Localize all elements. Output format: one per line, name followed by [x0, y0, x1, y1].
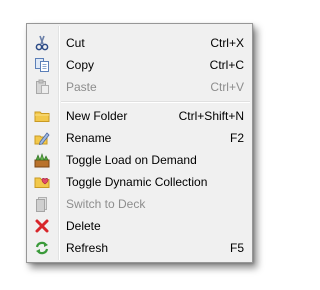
menu-item-shortcut: F2 [229, 131, 244, 145]
menu-item-rename[interactable]: Rename F2 [29, 127, 250, 149]
menu-item-copy[interactable]: Copy Ctrl+C [29, 54, 250, 76]
scissors-icon [34, 35, 50, 51]
menu-item-label: Toggle Load on Demand [66, 153, 197, 167]
menu-item-shortcut: F5 [229, 241, 244, 255]
menu-item-paste[interactable]: Paste Ctrl+V [29, 76, 250, 98]
refresh-icon [34, 240, 50, 256]
menu-item-shortcut: Ctrl+Shift+N [178, 109, 244, 123]
menu-item-refresh[interactable]: Refresh F5 [29, 237, 250, 259]
menu-item-delete[interactable]: Delete [29, 215, 250, 237]
menu-item-label: Cut [66, 36, 85, 50]
menu-item-toggle-dynamic-collection[interactable]: Toggle Dynamic Collection [29, 171, 250, 193]
menu-item-label: New Folder [66, 109, 128, 123]
menu-item-label: Refresh [66, 241, 109, 255]
delete-icon [34, 218, 50, 234]
dynamic-collection-icon [34, 174, 50, 190]
context-menu: Cut Ctrl+X Copy Ctrl+C Paste Ctrl+V New … [26, 23, 253, 263]
menu-item-cut[interactable]: Cut Ctrl+X [29, 32, 250, 54]
load-on-demand-icon [34, 152, 50, 168]
menu-item-shortcut: Ctrl+X [210, 36, 244, 50]
copy-icon [34, 57, 50, 73]
folder-icon [34, 108, 50, 124]
menu-separator [61, 101, 250, 103]
menu-item-label: Delete [66, 219, 101, 233]
menu-item-label: Copy [66, 58, 95, 72]
rename-icon [34, 130, 50, 146]
menu-item-switch-to-deck[interactable]: Switch to Deck [29, 193, 250, 215]
menu-item-label: Switch to Deck [66, 197, 146, 211]
menu-item-label: Paste [66, 80, 97, 94]
menu-item-new-folder[interactable]: New Folder Ctrl+Shift+N [29, 105, 250, 127]
screen: Cut Ctrl+X Copy Ctrl+C Paste Ctrl+V New … [0, 0, 278, 290]
menu-item-toggle-load-on-demand[interactable]: Toggle Load on Demand [29, 149, 250, 171]
menu-item-label: Toggle Dynamic Collection [66, 175, 208, 189]
deck-icon [34, 196, 50, 212]
menu-item-label: Rename [66, 131, 112, 145]
paste-icon [34, 79, 50, 95]
menu-item-shortcut: Ctrl+C [209, 58, 244, 72]
menu-item-shortcut: Ctrl+V [210, 80, 244, 94]
